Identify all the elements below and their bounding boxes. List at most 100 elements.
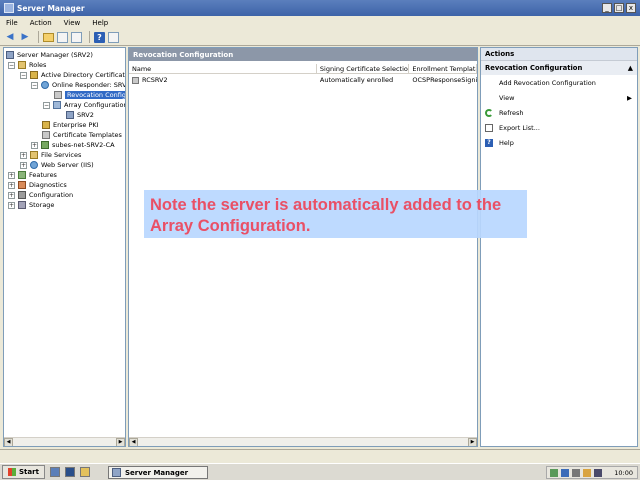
tree-item-file-services[interactable]: + File Services: [20, 150, 81, 160]
forward-arrow-icon[interactable]: ▶: [19, 31, 31, 43]
actions-pane: Actions Revocation Configuration ▲ Add R…: [480, 47, 638, 447]
tray-volume-icon[interactable]: [572, 468, 580, 477]
expand-toggle[interactable]: +: [20, 161, 27, 169]
tree-item-srv2[interactable]: SRV2: [66, 110, 94, 120]
system-tray: 10:00: [546, 466, 638, 479]
tray-monitor-icon[interactable]: [561, 468, 569, 477]
maximize-button[interactable]: □: [614, 3, 624, 13]
tree-item-ca[interactable]: + subes-net-SRV2-CA: [31, 140, 115, 150]
tray-security-icon[interactable]: [594, 468, 602, 477]
minimize-button[interactable]: _: [602, 3, 612, 13]
tree-item-online-responder[interactable]: − Online Responder: SRV: [31, 80, 125, 90]
quicklaunch-powershell-icon[interactable]: [64, 467, 75, 477]
menu-help[interactable]: Help: [92, 19, 108, 27]
certificate-services-icon: [30, 71, 38, 79]
tree-item-array-configuration[interactable]: − Array Configuration: [43, 100, 125, 110]
taskbar-server-manager-button[interactable]: Server Manager: [108, 466, 208, 479]
windows-logo-icon: [8, 468, 16, 476]
actions-section-header[interactable]: Revocation Configuration ▲: [481, 61, 637, 75]
refresh-icon: [485, 108, 493, 117]
tree-item-ad-certificate[interactable]: − Active Directory Certificate: [20, 70, 125, 80]
scroll-right-button[interactable]: ▶: [468, 437, 477, 446]
expand-toggle[interactable]: +: [8, 191, 15, 199]
collapse-toggle[interactable]: −: [20, 71, 27, 79]
tree-item-configuration[interactable]: + Configuration: [8, 190, 73, 200]
export-list-action[interactable]: Export List...: [481, 120, 637, 135]
enterprise-pki-icon: [42, 121, 50, 129]
status-bar: [0, 449, 640, 463]
title-bar: Server Manager _ □ x: [0, 0, 640, 16]
back-arrow-icon[interactable]: ◀: [4, 31, 16, 43]
collapse-arrow-icon[interactable]: ▲: [628, 64, 633, 72]
expand-toggle[interactable]: +: [8, 181, 15, 189]
tray-network-icon[interactable]: [550, 468, 558, 477]
tree-item-web-server[interactable]: + Web Server (IIS): [20, 160, 94, 170]
configuration-icon: [18, 191, 26, 199]
help-action[interactable]: ? Help: [481, 135, 637, 150]
export-icon: [485, 123, 493, 132]
tree-item-storage[interactable]: + Storage: [8, 200, 54, 210]
help-icon: ?: [485, 138, 493, 147]
web-server-icon: [30, 161, 38, 169]
column-header-name[interactable]: Name: [129, 64, 317, 73]
window-title: Server Manager: [17, 3, 85, 13]
add-revocation-configuration-action[interactable]: Add Revocation Configuration: [481, 75, 637, 90]
up-folder-icon[interactable]: [43, 32, 54, 42]
certification-authority-icon: [41, 141, 49, 149]
collapse-toggle[interactable]: −: [43, 101, 50, 109]
refresh-action[interactable]: Refresh: [481, 105, 637, 120]
tree-item-certificate-templates[interactable]: Certificate Templates: [42, 130, 122, 140]
column-headers: Name Signing Certificate Selection Enrol…: [129, 64, 477, 74]
tree-item-roles[interactable]: − Roles: [8, 60, 46, 70]
menu-file[interactable]: File: [6, 19, 18, 27]
file-services-icon: [30, 151, 38, 159]
table-row[interactable]: RCSRV2 Automatically enrolled OCSPRespon…: [129, 75, 477, 85]
submenu-arrow-icon: ▶: [627, 93, 632, 102]
help-icon[interactable]: ?: [94, 31, 105, 43]
roles-icon: [18, 61, 26, 69]
features-icon: [18, 171, 26, 179]
tree-item-server-manager[interactable]: Server Manager (SRV2): [6, 50, 93, 60]
expand-toggle[interactable]: +: [8, 201, 15, 209]
collapse-toggle[interactable]: −: [31, 81, 38, 89]
start-button[interactable]: Start: [2, 465, 45, 479]
quicklaunch-explorer-icon[interactable]: [79, 467, 90, 477]
column-header-template[interactable]: Enrollment Template: [409, 64, 477, 73]
toolbar-separator: [89, 31, 90, 43]
view-action[interactable]: View ▶: [481, 90, 637, 105]
scroll-left-button[interactable]: ◀: [4, 437, 13, 446]
tree-item-diagnostics[interactable]: + Diagnostics: [8, 180, 67, 190]
taskbar: Start Server Manager 10:00: [0, 463, 640, 480]
tree-horizontal-scrollbar[interactable]: ◀ ▶: [4, 437, 125, 446]
menu-view[interactable]: View: [64, 19, 81, 27]
properties-icon[interactable]: [71, 31, 82, 43]
row-template: OCSPResponseSigni: [412, 76, 477, 84]
scroll-right-button[interactable]: ▶: [116, 437, 125, 446]
scroll-left-button[interactable]: ◀: [129, 437, 138, 446]
certificate-templates-icon: [42, 131, 50, 139]
results-pane-title: Revocation Configuration: [129, 48, 477, 61]
expand-toggle[interactable]: +: [31, 141, 38, 149]
show-hide-action-pane-icon[interactable]: [108, 31, 119, 43]
revocation-config-icon: [54, 91, 62, 99]
tree-item-revocation-configuration[interactable]: Revocation Configu: [54, 90, 125, 100]
menu-bar: File Action View Help: [0, 16, 640, 29]
tray-update-icon[interactable]: [583, 468, 591, 477]
results-horizontal-scrollbar[interactable]: ◀ ▶: [129, 437, 477, 446]
menu-action[interactable]: Action: [30, 19, 52, 27]
clock[interactable]: 10:00: [614, 469, 633, 477]
array-configuration-icon: [53, 101, 61, 109]
navigation-tree: Server Manager (SRV2) − Roles − Active D…: [3, 47, 126, 447]
collapse-toggle[interactable]: −: [8, 61, 15, 69]
show-hide-tree-icon[interactable]: [57, 31, 68, 43]
tree-item-enterprise-pki[interactable]: Enterprise PKI: [42, 120, 99, 130]
quicklaunch-server-manager-icon[interactable]: [49, 467, 60, 477]
column-header-signing[interactable]: Signing Certificate Selection: [317, 64, 410, 73]
tree-item-features[interactable]: + Features: [8, 170, 57, 180]
server-icon: [66, 111, 74, 119]
expand-toggle[interactable]: +: [8, 171, 15, 179]
revocation-config-icon: [132, 76, 139, 84]
blank-icon: [485, 94, 493, 102]
expand-toggle[interactable]: +: [20, 151, 27, 159]
close-button[interactable]: x: [626, 3, 636, 13]
